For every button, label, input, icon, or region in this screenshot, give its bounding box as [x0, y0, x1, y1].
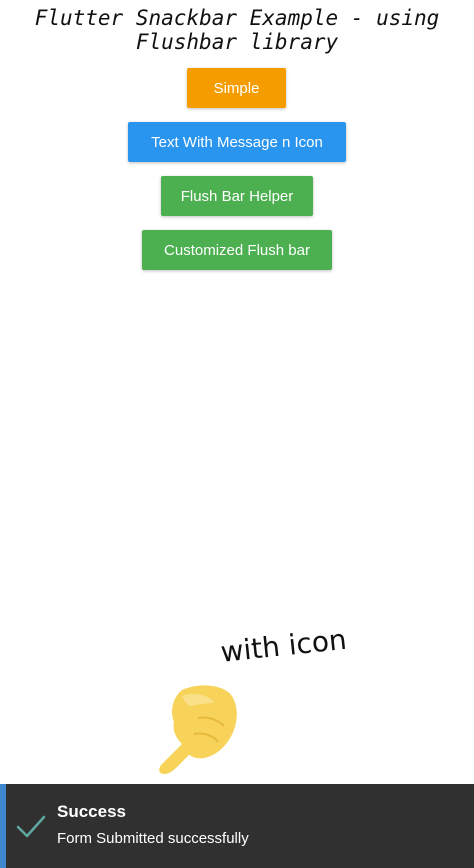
pointing-hand-icon	[159, 685, 237, 774]
flushbar-title: Success	[57, 802, 126, 821]
customized-flush-bar-button[interactable]: Customized Flush bar	[142, 230, 332, 270]
check-icon	[16, 815, 46, 838]
simple-button[interactable]: Simple	[187, 68, 286, 108]
flushbar[interactable]	[0, 784, 474, 868]
flushbar-message: Form Submitted successfully	[57, 830, 249, 847]
text-with-message-icon-button[interactable]: Text With Message n Icon	[128, 122, 346, 162]
with-icon-annotation: with icon	[219, 622, 349, 669]
page-title: Flutter Snackbar Example - using Flushba…	[0, 6, 474, 54]
page-title-line-2: Flushbar library	[135, 30, 339, 54]
flush-bar-helper-button[interactable]: Flush Bar Helper	[161, 176, 313, 216]
flushbar-accent-bar	[0, 784, 6, 868]
page-title-line-1: Flutter Snackbar Example - using	[34, 6, 440, 30]
